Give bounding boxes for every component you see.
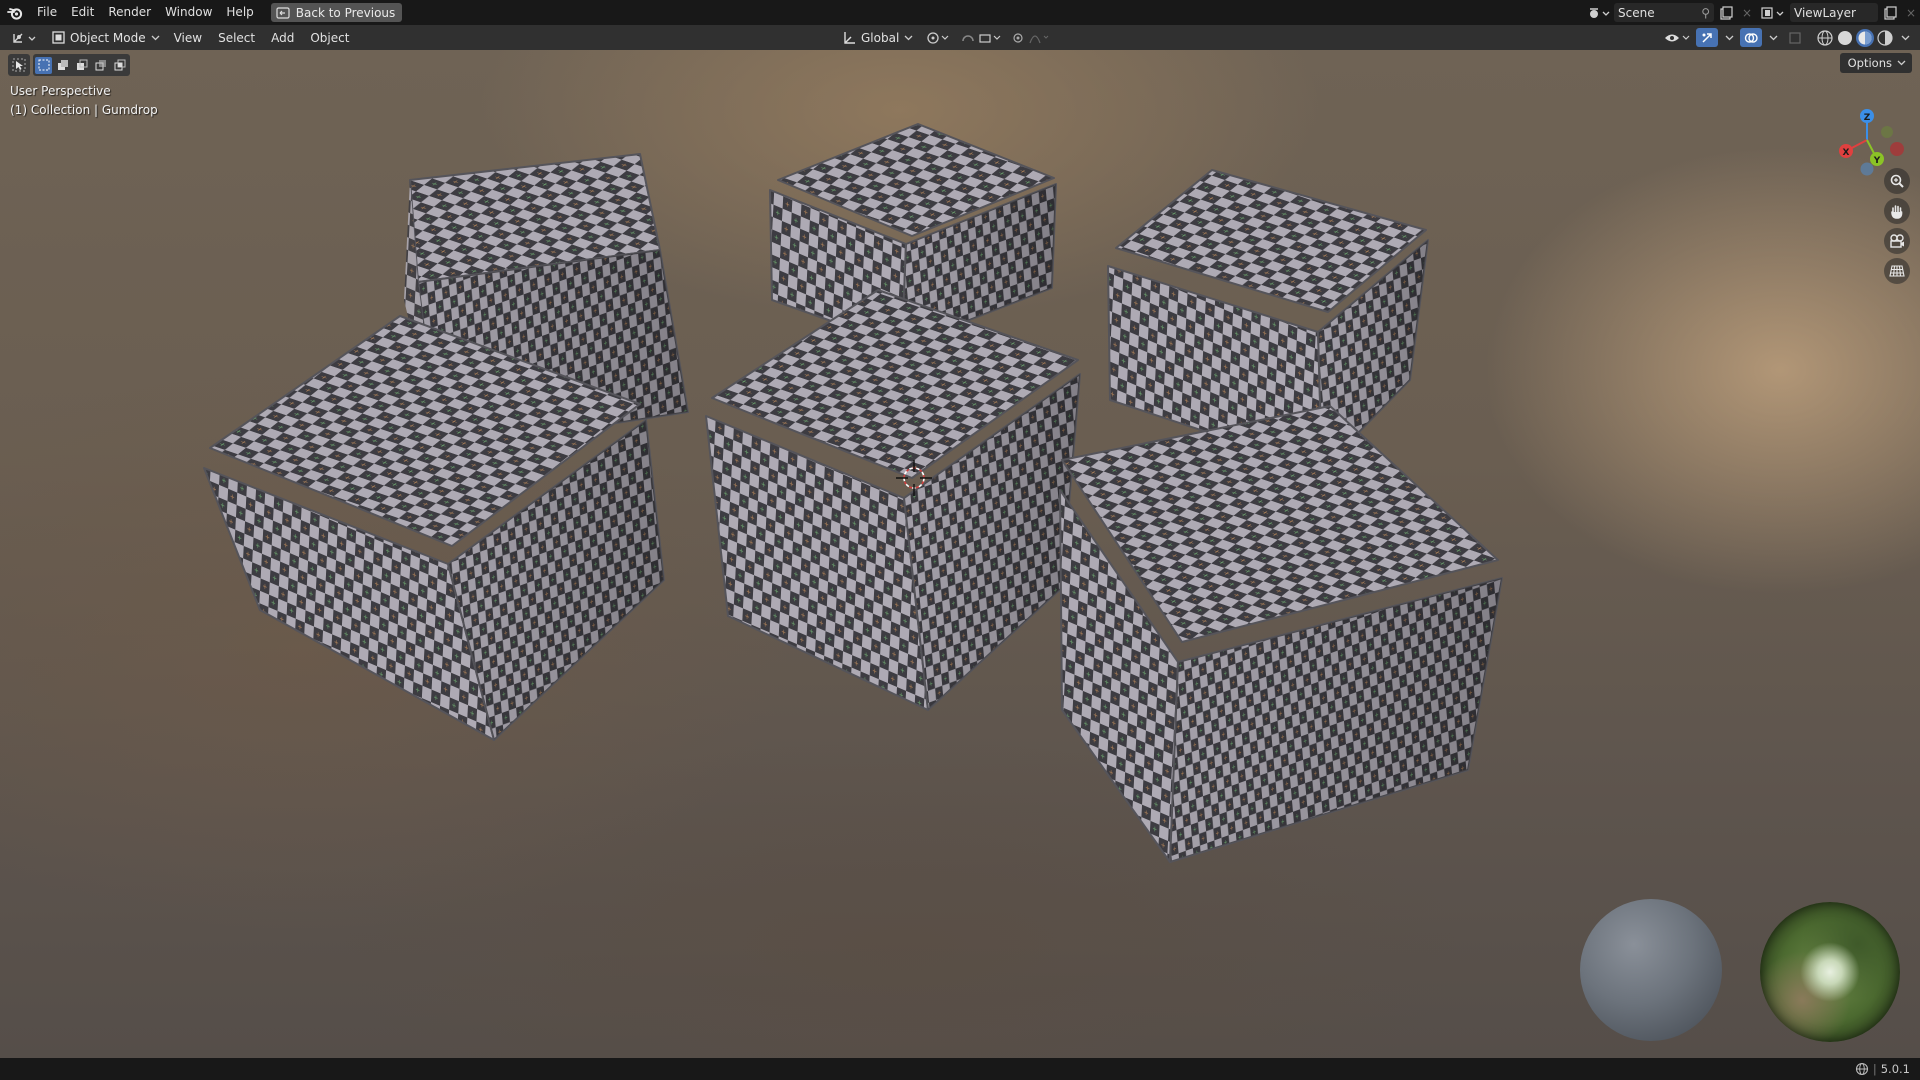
object-mode-dropdown[interactable]: Object Mode: [46, 28, 166, 47]
object-mode-icon: [52, 31, 65, 44]
collection-info-label: (1) Collection | Gumdrop: [10, 103, 158, 117]
gizmo-z-label: Z: [1864, 113, 1871, 123]
options-label: Options: [1847, 56, 1892, 70]
view-layer-selector-icon[interactable]: [1756, 3, 1790, 22]
selection-mode-group: [33, 54, 130, 76]
gizmo-y-label: Y: [1873, 156, 1881, 166]
menu-render[interactable]: Render: [101, 0, 158, 25]
tool-settings-row: [8, 54, 130, 76]
pin-icon[interactable]: ⚲: [1701, 6, 1710, 20]
cube-front-right[interactable]: [1059, 405, 1503, 863]
menu-add[interactable]: Add: [263, 31, 302, 45]
chevron-down-icon: [151, 35, 160, 40]
top-bar: File Edit Render Window Help Back to Pre…: [0, 0, 1920, 25]
version-label: 5.0.1: [1880, 1062, 1910, 1076]
editor-type-icon[interactable]: [6, 28, 46, 47]
scene-name: Scene: [1618, 5, 1655, 20]
menu-window[interactable]: Window: [158, 0, 219, 25]
menu-edit[interactable]: Edit: [64, 0, 101, 25]
select-tool-icon[interactable]: [8, 54, 30, 76]
select-intersect-icon[interactable]: [111, 57, 128, 74]
back-screen-icon: [276, 6, 290, 19]
select-new-icon[interactable]: [35, 56, 52, 74]
toggle-xray-icon[interactable]: [1784, 28, 1806, 47]
delete-scene-icon[interactable]: ×: [1738, 3, 1756, 22]
delete-view-layer-icon[interactable]: ×: [1902, 3, 1920, 22]
transform-orientation-dropdown[interactable]: Global: [836, 28, 919, 47]
new-scene-icon[interactable]: [1714, 3, 1738, 22]
hdri-preview-sphere: [1760, 902, 1900, 1042]
snapping-icon[interactable]: [959, 28, 1005, 47]
select-subtract-icon[interactable]: [73, 57, 90, 74]
select-invert-icon[interactable]: [92, 57, 109, 74]
camera-view-icon[interactable]: [1884, 228, 1910, 254]
scene-name-field[interactable]: Scene ⚲: [1614, 3, 1714, 22]
perspective-ortho-grid-icon[interactable]: [1884, 258, 1910, 284]
rendered-shading-icon[interactable]: [1876, 29, 1894, 47]
viewport-header-right: [1662, 25, 1920, 50]
pivot-point-icon[interactable]: [925, 28, 953, 47]
back-to-previous-button[interactable]: Back to Previous: [270, 3, 403, 22]
proportional-editing-icon[interactable]: [1011, 28, 1053, 47]
menu-file[interactable]: File: [30, 0, 64, 25]
overlay-options-chevron-icon[interactable]: [1766, 28, 1780, 47]
scene-selector-icon[interactable]: [1584, 3, 1614, 22]
view-name-label: User Perspective: [10, 84, 111, 98]
shading-mode-group: [1816, 28, 1894, 47]
pan-hand-icon[interactable]: [1884, 198, 1910, 224]
solid-shading-icon[interactable]: [1836, 29, 1854, 47]
transform-controls: Global: [836, 25, 1053, 50]
chevron-down-icon: [904, 35, 913, 40]
new-view-layer-icon[interactable]: [1878, 3, 1902, 22]
status-bar: | 5.0.1: [0, 1058, 1920, 1080]
object-mode-label: Object Mode: [70, 30, 146, 45]
top-right-controls: Scene ⚲ × ViewLayer ×: [1584, 0, 1920, 25]
back-to-previous-label: Back to Previous: [295, 5, 396, 20]
status-separator: |: [1872, 1062, 1877, 1076]
zoom-icon[interactable]: [1884, 168, 1910, 194]
orientation-axes-icon: [844, 31, 855, 44]
menu-object[interactable]: Object: [302, 31, 357, 45]
gizmo-x-label: X: [1843, 148, 1850, 158]
shading-options-chevron-icon[interactable]: [1898, 28, 1912, 47]
view-layer-name: ViewLayer: [1794, 5, 1856, 20]
network-globe-icon[interactable]: [1855, 1062, 1869, 1076]
viewport-header: Object Mode View Select Add Object Globa…: [0, 25, 1920, 50]
visibility-selectability-icon[interactable]: [1662, 28, 1692, 47]
view-layer-field[interactable]: ViewLayer: [1790, 3, 1878, 22]
cube-front-center[interactable]: [705, 289, 1081, 711]
3d-viewport[interactable]: User Perspective (1) Collection | Gumdro…: [0, 50, 1920, 1058]
material-preview-sphere: [1580, 899, 1722, 1041]
menu-select[interactable]: Select: [210, 31, 263, 45]
menu-view[interactable]: View: [166, 31, 210, 45]
material-preview-shading-icon[interactable]: [1856, 28, 1874, 47]
select-extend-icon[interactable]: [54, 57, 71, 74]
menu-help[interactable]: Help: [219, 0, 260, 25]
show-overlays-icon[interactable]: [1740, 28, 1762, 47]
gizmo-options-chevron-icon[interactable]: [1722, 28, 1736, 47]
show-gizmo-icon[interactable]: [1696, 28, 1718, 47]
chevron-down-icon: [1897, 60, 1906, 66]
transform-orientation-label: Global: [861, 30, 900, 45]
options-dropdown[interactable]: Options: [1839, 53, 1912, 73]
wireframe-shading-icon[interactable]: [1816, 29, 1834, 47]
blender-logo-icon[interactable]: [0, 0, 30, 25]
